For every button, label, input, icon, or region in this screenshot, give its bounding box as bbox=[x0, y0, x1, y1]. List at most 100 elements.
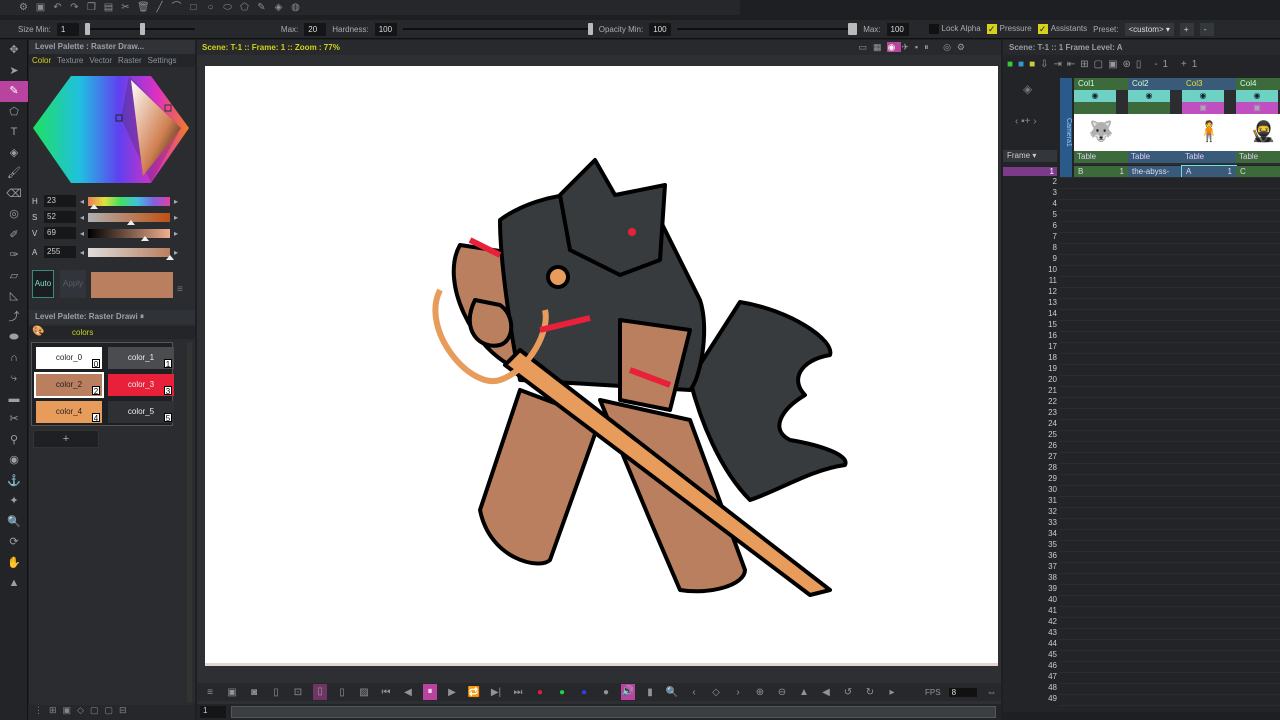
ruler-tool-icon[interactable]: ▱ bbox=[0, 266, 28, 287]
skeleton-tool-icon[interactable]: ⚲ bbox=[0, 430, 28, 451]
arc-icon[interactable]: ⌒ bbox=[171, 2, 182, 13]
animate-tool-icon[interactable]: ✥ bbox=[0, 40, 28, 61]
rect-icon[interactable]: □ bbox=[188, 2, 199, 13]
camera-column[interactable]: Camera1 bbox=[1060, 78, 1072, 178]
preset-remove-button[interactable]: - bbox=[1199, 22, 1214, 36]
hand-tool-icon[interactable]: ✋ bbox=[0, 553, 28, 574]
v-dec-icon[interactable]: ◂ bbox=[80, 229, 84, 238]
ellipse-icon[interactable]: ⬭ bbox=[222, 2, 233, 13]
h-slider[interactable] bbox=[88, 196, 171, 209]
selection-tool-icon[interactable]: ➤ bbox=[0, 61, 28, 82]
next-frame-icon[interactable]: ▶| bbox=[489, 687, 503, 698]
s-field[interactable]: 52 bbox=[44, 211, 76, 223]
preview-visible-toggle-icon[interactable]: ◉ bbox=[1128, 90, 1170, 102]
xsheet-cell[interactable]: A1 bbox=[1181, 165, 1237, 178]
sound-icon[interactable]: 🔊 bbox=[621, 684, 635, 700]
a-inc-icon[interactable]: ▸ bbox=[174, 248, 178, 257]
key-icon[interactable]: ◇ bbox=[709, 687, 723, 698]
zoom-tool-icon[interactable]: 🔍 bbox=[0, 512, 28, 533]
white-bg-icon[interactable]: ▯ bbox=[313, 684, 327, 700]
type-tool-icon[interactable]: T bbox=[0, 122, 28, 143]
preview-visible-toggle-icon[interactable]: ◉ bbox=[1182, 90, 1224, 102]
checker-bg-icon[interactable]: ▨ bbox=[357, 687, 371, 698]
style-chip[interactable]: color_2 2 bbox=[34, 372, 104, 398]
camstand-toggle-icon[interactable]: ▣ bbox=[1236, 102, 1278, 114]
xsheet-cell[interactable]: B1 bbox=[1074, 166, 1128, 177]
more-tools-icon[interactable]: ▲ bbox=[0, 573, 28, 594]
s-dec-icon[interactable]: ◂ bbox=[80, 213, 84, 222]
globe-icon[interactable]: ◍ bbox=[290, 2, 301, 13]
tab-color[interactable]: Color bbox=[29, 54, 54, 67]
pinch-tool-icon[interactable]: ⤴ bbox=[0, 307, 28, 328]
copy-icon[interactable]: ❐ bbox=[86, 2, 97, 13]
camstand-toggle-icon[interactable] bbox=[1074, 102, 1116, 114]
magnet-tool-icon[interactable]: ∩ bbox=[0, 348, 28, 369]
menu-icon[interactable]: ≡ bbox=[203, 687, 217, 698]
h-field[interactable]: 23 bbox=[44, 195, 76, 207]
prev-key-icon[interactable]: ‹ bbox=[687, 687, 701, 698]
xsheet-cell[interactable]: C bbox=[1236, 166, 1280, 177]
last-frame-icon[interactable]: ⏭ bbox=[511, 687, 525, 698]
fps-field[interactable]: 8 bbox=[948, 687, 977, 697]
circle-icon[interactable]: ○ bbox=[205, 2, 216, 13]
s-slider[interactable] bbox=[88, 212, 171, 225]
flip-v-icon[interactable]: ◀ bbox=[819, 687, 833, 698]
lock-alpha-checkbox[interactable]: Lock Alpha bbox=[928, 24, 981, 34]
iron-tool-icon[interactable]: ▬ bbox=[0, 389, 28, 410]
expand-icon[interactable]: ▸ bbox=[885, 687, 899, 698]
next-key-icon[interactable]: › bbox=[731, 687, 745, 698]
v-slider[interactable] bbox=[88, 228, 171, 241]
loop-icon[interactable]: 🔁 bbox=[467, 687, 481, 698]
color-wheel[interactable] bbox=[31, 68, 193, 188]
palette-page-tab[interactable]: colors bbox=[72, 328, 93, 337]
bender-tool-icon[interactable]: ⤷ bbox=[0, 368, 28, 389]
camstand-toggle-icon[interactable] bbox=[1128, 102, 1170, 114]
pegbar-label[interactable]: Table bbox=[1128, 151, 1182, 163]
xsheet-cell[interactable]: the-abyss- bbox=[1128, 166, 1182, 177]
delete-icon[interactable]: 🗑 bbox=[137, 2, 150, 13]
eraser-tool-icon[interactable]: ⌫ bbox=[0, 184, 28, 205]
viewer-toggles[interactable]: ▭▦◉✈▪⏸ ◎⚙ bbox=[858, 42, 971, 53]
save-frame-icon[interactable]: ▣ bbox=[225, 687, 239, 698]
frame-slider[interactable] bbox=[231, 706, 996, 718]
flip-h-icon[interactable]: ▲ bbox=[797, 687, 811, 698]
hardness-slider[interactable] bbox=[402, 23, 593, 35]
style-chip[interactable]: color_1 1 bbox=[108, 347, 174, 369]
xsheet-column-header[interactable]: Col1 ◉ 🐺 Table bbox=[1074, 78, 1128, 165]
brush-icon[interactable]: ✎ bbox=[256, 2, 267, 13]
black-bg-icon[interactable]: ▯ bbox=[335, 687, 349, 698]
hardness-field[interactable]: 100 bbox=[374, 22, 397, 36]
save-icon[interactable]: ▣ bbox=[35, 2, 46, 13]
assistants-checkbox[interactable]: ✓ Assistants bbox=[1037, 24, 1087, 34]
size-slider[interactable] bbox=[84, 23, 195, 35]
redo-icon[interactable]: ↷ bbox=[69, 2, 80, 13]
xsheet-column-header[interactable]: Col2 ◉ Table bbox=[1128, 78, 1182, 165]
paint-brush-tool-icon[interactable]: 🖌 bbox=[0, 163, 28, 184]
style-chip[interactable]: color_3 3 bbox=[108, 374, 174, 396]
green-channel-icon[interactable]: ● bbox=[555, 687, 569, 698]
menu-icon[interactable]: ≡ bbox=[177, 284, 183, 295]
h-inc-icon[interactable]: ▸ bbox=[174, 197, 178, 206]
histogram-icon[interactable]: ▮ bbox=[643, 687, 657, 698]
polygon-icon[interactable]: ⬠ bbox=[239, 2, 250, 13]
xsheet-column-header[interactable]: Col4 ◉ ▣ 🥷 Table bbox=[1236, 78, 1280, 165]
opacity-slider[interactable] bbox=[677, 23, 858, 35]
zoom-out-icon[interactable]: ⊖ bbox=[775, 687, 789, 698]
tab-vector[interactable]: Vector bbox=[86, 54, 115, 67]
pegbar-label[interactable]: Table bbox=[1182, 151, 1236, 163]
fill-tool-icon[interactable]: ◈ bbox=[0, 143, 28, 164]
drag-handle-icon[interactable]: ⏸ bbox=[140, 312, 144, 321]
style-chip[interactable]: color_4 4 bbox=[36, 401, 102, 423]
paste-icon[interactable]: ▤ bbox=[103, 2, 114, 13]
v-inc-icon[interactable]: ▸ bbox=[174, 229, 178, 238]
brush-tool-icon[interactable]: ✎ bbox=[0, 81, 28, 102]
pump-tool-icon[interactable]: ⬬ bbox=[0, 327, 28, 348]
apply-button[interactable]: Apply bbox=[60, 270, 86, 298]
first-frame-icon[interactable]: ⏮ bbox=[379, 687, 393, 698]
tab-texture[interactable]: Texture bbox=[54, 54, 86, 67]
v-field[interactable]: 69 bbox=[44, 227, 76, 239]
pressure-checkbox[interactable]: ✓ Pressure bbox=[986, 24, 1032, 34]
cutter-tool-icon[interactable]: ✂ bbox=[0, 409, 28, 430]
a-dec-icon[interactable]: ◂ bbox=[80, 248, 84, 257]
prev-frame-icon[interactable]: ◀ bbox=[401, 687, 415, 698]
